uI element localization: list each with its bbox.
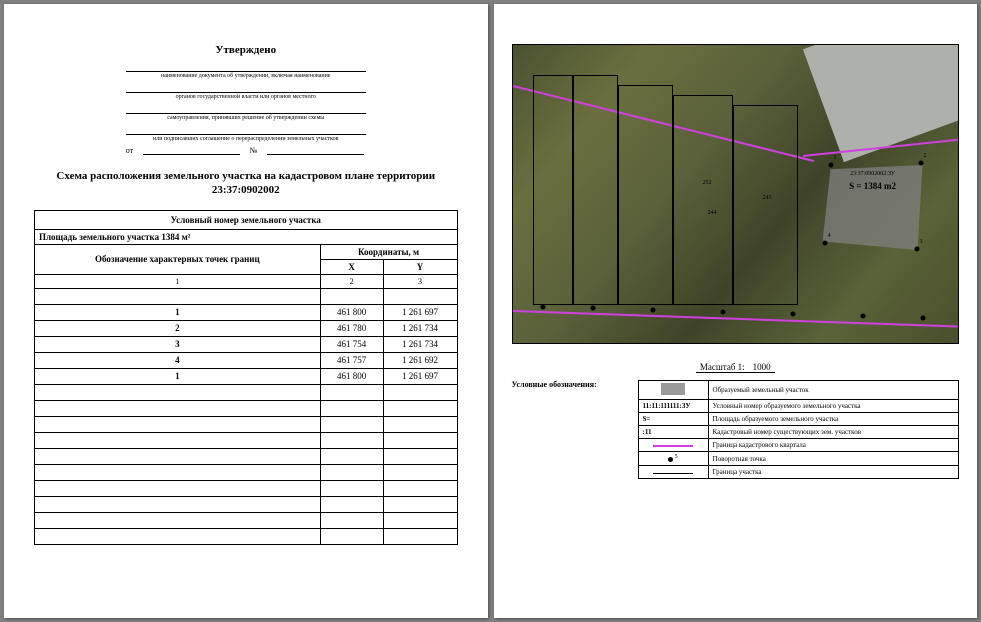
- parcel-label: 252: [703, 180, 712, 186]
- legend-row: Образуемый земельный участок: [638, 381, 958, 400]
- legend-row: :11Кадастровый номер существующих зем. у…: [638, 426, 958, 439]
- approval-cap-2: органов государственной власти или орган…: [126, 94, 366, 100]
- table-area: Площадь земельного участка 1384 м²: [35, 229, 458, 244]
- table-row: [35, 432, 458, 448]
- legend-text: Граница кадастрового квартала: [708, 439, 958, 452]
- table-row: [35, 448, 458, 464]
- parcel-label: 243: [763, 195, 772, 201]
- col-coords: Координаты, м: [320, 244, 457, 259]
- new-parcel-code: 23:37:0902002:ЗУ: [823, 171, 923, 177]
- table-row: 1461 8001 261 697: [35, 304, 458, 320]
- table-row: [35, 512, 458, 528]
- table-row: [35, 528, 458, 544]
- subcol-3: 3: [383, 274, 457, 288]
- coords-table: Условный номер земельного участка Площад…: [34, 210, 458, 545]
- legend-row: S=Площадь образуемого земельного участка: [638, 413, 958, 426]
- page-1: Утверждено наименование документа об утв…: [4, 4, 488, 618]
- new-parcel-area: S = 1384 m2: [823, 181, 923, 191]
- approval-cap-4: или подписавших соглашение о перераспред…: [126, 136, 366, 142]
- legend-title: Условные обозначения:: [512, 380, 632, 479]
- legend-text: Площадь образуемого земельного участка: [708, 413, 958, 426]
- col-x: X: [320, 259, 383, 274]
- legend-text: Образуемый земельный участок: [708, 381, 958, 400]
- subcol-1: 1: [35, 274, 321, 288]
- legend-row: Граница участка: [638, 466, 958, 479]
- page-2: 252 243 244 23:37:0902002:ЗУ S = 1384 m2…: [494, 4, 977, 618]
- table-row: [35, 464, 458, 480]
- table-row: [35, 416, 458, 432]
- col-point: Обозначение характерных точек границ: [35, 244, 321, 274]
- approval-cap-3: самоуправления, принявших решение об утв…: [126, 115, 366, 121]
- table-row: 4461 7571 261 692: [35, 352, 458, 368]
- map-frame: 252 243 244 23:37:0902002:ЗУ S = 1384 m2…: [512, 44, 959, 344]
- table-row: [35, 400, 458, 416]
- approval-header: Утверждено: [126, 44, 366, 56]
- scale-value: 1000: [749, 362, 775, 373]
- legend-text: Условный номер образуемого земельного уч…: [708, 400, 958, 413]
- table-row: 1461 8001 261 697: [35, 368, 458, 384]
- legend-row: 5Поворотная точка: [638, 452, 958, 466]
- legend-text: Граница участка: [708, 466, 958, 479]
- subcol-2: 2: [320, 274, 383, 288]
- new-parcel: 23:37:0902002:ЗУ S = 1384 m2: [823, 165, 923, 250]
- table-row: 3461 7541 261 734: [35, 336, 458, 352]
- table-row: [35, 480, 458, 496]
- legend-black-line-icon: [653, 473, 693, 474]
- legend-table: Образуемый земельный участок11:11:111111…: [638, 380, 959, 479]
- scale-label: Масштаб 1:1000: [512, 362, 959, 372]
- coords-body: 1461 8001 261 6972461 7801 261 7343461 7…: [35, 288, 458, 544]
- legend-text: Кадастровый номер существующих зем. учас…: [708, 426, 958, 439]
- parcel-label: 244: [708, 210, 717, 216]
- approval-no: №: [250, 146, 258, 155]
- approval-block: Утверждено наименование документа об утв…: [126, 44, 366, 155]
- document-title: Схема расположения земельного участка на…: [34, 169, 458, 198]
- approval-cap-1: наименование документа об утверждении, в…: [126, 73, 366, 79]
- table-header: Условный номер земельного участка: [35, 210, 458, 229]
- table-row: [35, 496, 458, 512]
- legend-magenta-line-icon: [653, 445, 693, 447]
- col-y: Y: [383, 259, 457, 274]
- table-row: 2461 7801 261 734: [35, 320, 458, 336]
- legend: Условные обозначения: Образуемый земельн…: [512, 380, 959, 479]
- table-row: [35, 384, 458, 400]
- legend-row: 11:11:111111:ЗУУсловный номер образуемог…: [638, 400, 958, 413]
- scale-prefix: Масштаб 1:: [696, 362, 749, 373]
- approval-from: от: [126, 146, 133, 155]
- legend-text: Поворотная точка: [708, 452, 958, 466]
- legend-box-icon: [661, 383, 685, 395]
- legend-row: Граница кадастрового квартала: [638, 439, 958, 452]
